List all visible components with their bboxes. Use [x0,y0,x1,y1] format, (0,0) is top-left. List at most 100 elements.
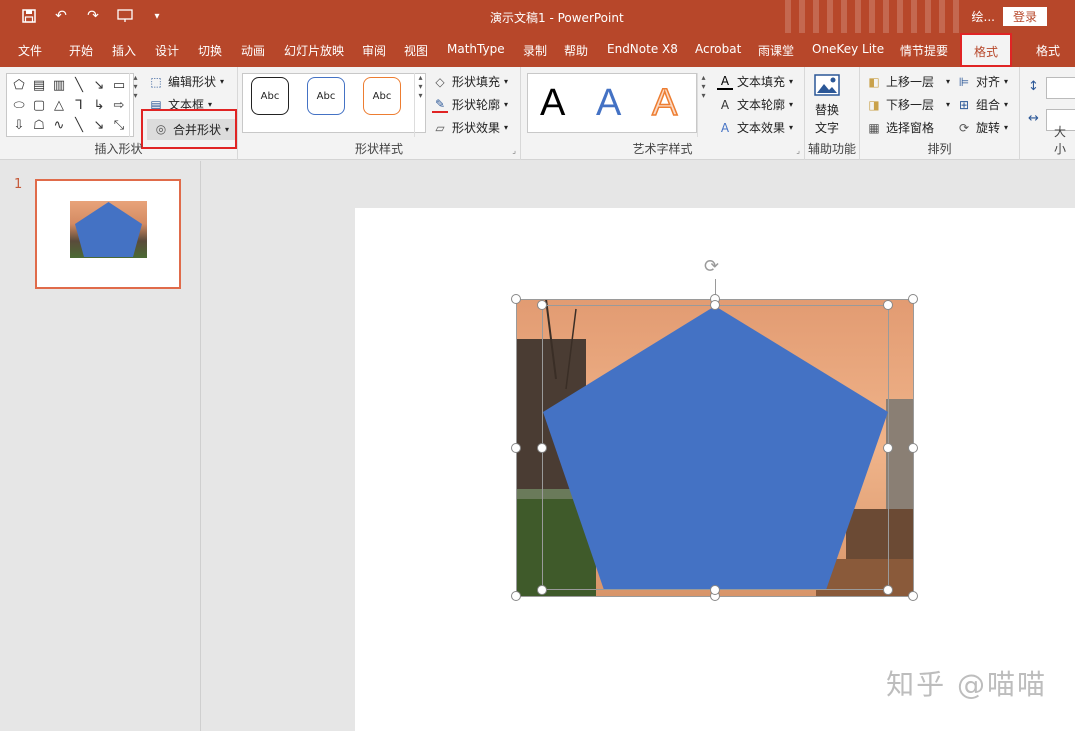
alt-text-button[interactable]: 替换 文字 [813,73,841,136]
triangle-shape-icon[interactable]: △ [49,96,69,116]
selection-pane-button[interactable]: ▦ 选择窗格 [866,119,934,136]
rotate-button[interactable]: ⟳ 旋转 ▾ [956,119,1008,136]
shape-handle-bottom-left[interactable] [537,585,547,595]
shape-handle-bottom[interactable] [710,585,720,595]
slide-thumbnail[interactable] [35,179,181,289]
tab-transitions[interactable]: 切换 [198,42,222,59]
tab-home[interactable]: 开始 [69,42,93,59]
text-effects-button[interactable]: A 文本效果 ▾ [717,119,793,136]
wordart-style-3[interactable]: A [651,81,678,125]
group-icon: ⊞ [958,97,970,112]
shape-handle-left[interactable] [537,443,547,453]
resize-handle-right[interactable] [908,443,918,453]
shape-effects-button[interactable]: ▱ 形状效果 ▾ [432,119,508,136]
oval-shape-icon[interactable]: ⬭ [9,96,29,116]
textbox-shape-icon[interactable]: ▤ [29,76,49,96]
tab-endnote[interactable]: EndNote X8 [607,42,678,56]
shape-handle-top-left[interactable] [537,300,547,310]
text-fill-button[interactable]: A 文本填充 ▾ [717,73,793,90]
down-arrow-shape-icon[interactable]: ⇩ [9,116,29,136]
group-shape-styles: Abc Abc Abc ▴ ▾ ▾ ◇ 形状填充 ▾ ✎ 形状轮廓 ▾ ▱ 形状效果 ▾ … [238,67,521,160]
tab-file[interactable]: 文件 [18,42,42,59]
tab-rainclassroom[interactable]: 雨课堂 [758,42,794,59]
bring-forward-button[interactable]: ◧ 上移一层 ▾ [866,73,950,90]
group-button[interactable]: ⊞ 组合 ▾ [956,96,1008,113]
tab-mathtype[interactable]: MathType [447,42,505,56]
tab-record[interactable]: 录制 [523,42,547,59]
quick-access-toolbar: ↶ ↷ ▾ [18,6,168,26]
tab-animations[interactable]: 动画 [241,42,265,59]
shape-style-3[interactable]: Abc [363,77,401,115]
arrow-line-shape-icon[interactable]: ↘ [89,76,109,96]
group-arrange: ◧ 上移一层 ▾ ◨ 下移一层 ▾ ▦ 选择窗格 ⊫ 对齐 ▾ ⊞ 组合 ▾ ⟳ 旋转 ▾… [860,67,1020,160]
rotate-handle-icon[interactable]: ⟳ [704,256,719,277]
double-arrow-icon[interactable]: ⤡ [109,116,129,136]
elbow-arrow-connector-icon[interactable]: ↳ [89,96,109,116]
user-name[interactable]: 绘... [972,8,995,25]
resize-handle-left[interactable] [511,443,521,453]
shape-style-scroll[interactable]: ▴ ▾ ▾ [414,73,426,137]
tab-onekey[interactable]: OneKey Lite [812,42,884,56]
group-label-accessibility: 辅助功能 [807,142,856,156]
save-icon[interactable] [18,6,40,26]
shape-style-1[interactable]: Abc [251,77,289,115]
watermark: 知乎 @喵喵 [886,668,1047,701]
customize-qat-icon[interactable]: ▾ [146,6,168,26]
rotate-icon: ⟳ [958,120,970,135]
resize-handle-bottom-left[interactable] [511,591,521,601]
tab-acrobat[interactable]: Acrobat [695,42,741,56]
start-presentation-icon[interactable] [114,6,136,26]
shape-fill-button[interactable]: ◇ 形状填充 ▾ [432,73,508,90]
pentagon-shape-icon[interactable]: ⬠ [9,76,29,96]
resize-handle-top-left[interactable] [511,294,521,304]
rounded-rect-shape-icon[interactable]: ▢ [29,96,49,116]
tab-design[interactable]: 设计 [155,42,179,59]
diagonal-line-icon[interactable]: ╲ [69,116,89,136]
freeform-shape-icon[interactable]: ☖ [29,116,49,136]
shape-gallery[interactable]: ⬠ ▤ ▥ ╲ ↘ ▭ ⬭ ▢ △ ⅂ ↳ ⇨ ⇩ ☖ ∿ ╲ ↘ ⤡ [6,73,134,137]
shape-handle-bottom-right[interactable] [883,585,893,595]
login-button[interactable]: 登录 [1002,7,1047,26]
ribbon: ⬠ ▤ ▥ ╲ ↘ ▭ ⬭ ▢ △ ⅂ ↳ ⇨ ⇩ ☖ ∿ ╲ ↘ ⤡ ▴ ▾ ▾ … [0,67,1075,160]
vertical-textbox-shape-icon[interactable]: ▥ [49,76,69,96]
tab-format-drawing[interactable]: 格式 [960,33,1013,67]
edit-shape-button[interactable]: ⬚ 编辑形状 ▾ [148,73,224,90]
shape-outline-button[interactable]: ✎ 形状轮廓 ▾ [432,96,508,113]
tab-insert[interactable]: 插入 [112,42,136,59]
wordart-gallery[interactable]: A A A [527,73,697,133]
send-backward-button[interactable]: ◨ 下移一层 ▾ [866,96,950,113]
tab-help[interactable]: 帮助 [564,42,588,59]
align-button[interactable]: ⊫ 对齐 ▾ [956,73,1008,90]
merge-shapes-button[interactable]: ◎ 合并形状 ▾ [147,118,236,140]
resize-handle-top-right[interactable] [908,294,918,304]
tab-review[interactable]: 审阅 [362,42,386,59]
diagonal-arrow-icon[interactable]: ↘ [89,116,109,136]
slides-panel: 1 [0,161,201,731]
wordart-style-1[interactable]: A [540,82,565,125]
group-insert-shapes: ⬠ ▤ ▥ ╲ ↘ ▭ ⬭ ▢ △ ⅂ ↳ ⇨ ⇩ ☖ ∿ ╲ ↘ ⤡ ▴ ▾ ▾ … [0,67,238,160]
wordart-style-2[interactable]: A [596,82,621,125]
tab-storyboard[interactable]: 情节提要 [900,42,948,59]
shape-style-2[interactable]: Abc [307,77,345,115]
elbow-connector-icon[interactable]: ⅂ [69,96,89,116]
text-outline-button[interactable]: A 文本轮廓 ▾ [717,96,793,113]
wordart-scroll[interactable]: ▴ ▾ ▾ [697,73,709,137]
shape-handle-top[interactable] [710,300,720,310]
line-shape-icon[interactable]: ╲ [69,76,89,96]
right-arrow-shape-icon[interactable]: ⇨ [109,96,129,116]
group-accessibility: 替换 文字 辅助功能 [805,67,860,160]
slide-number: 1 [14,177,23,192]
rectangle-shape-icon[interactable]: ▭ [109,76,129,96]
tab-view[interactable]: 视图 [404,42,428,59]
shape-handle-top-right[interactable] [883,300,893,310]
height-input[interactable] [1046,77,1075,99]
edit-shape-icon: ⬚ [150,74,162,89]
shape-gallery-scroll[interactable]: ▴ ▾ ▾ [129,73,141,137]
shape-handle-right[interactable] [883,443,893,453]
redo-icon[interactable]: ↷ [82,6,104,26]
scribble-shape-icon[interactable]: ∿ [49,116,69,136]
undo-icon[interactable]: ↶ [50,6,72,26]
tab-slideshow[interactable]: 幻灯片放映 [284,42,344,59]
tab-format-picture[interactable]: 格式 [1036,42,1060,59]
resize-handle-bottom-right[interactable] [908,591,918,601]
